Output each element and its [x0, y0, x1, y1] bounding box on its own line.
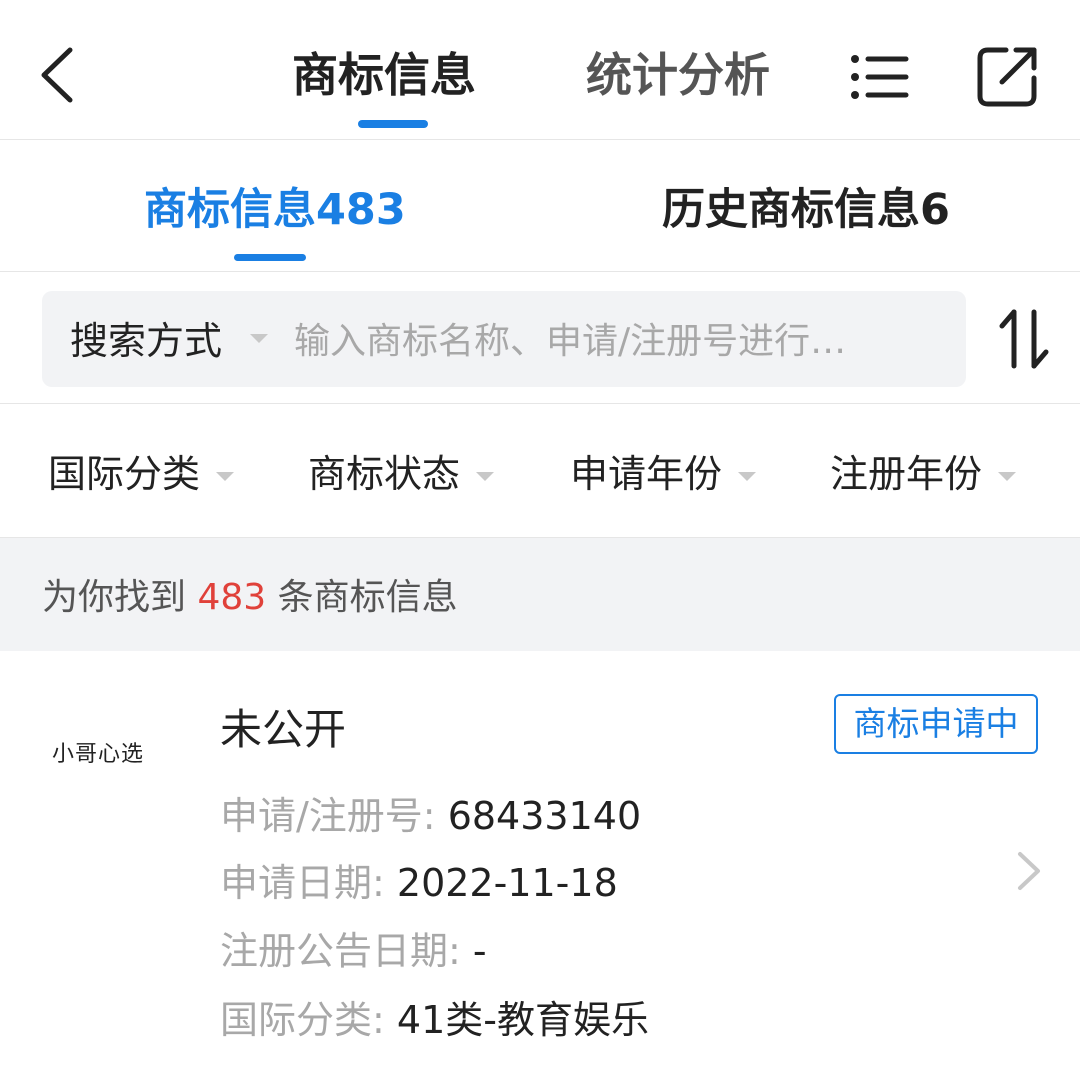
- tab-statistics[interactable]: 统计分析: [586, 40, 770, 110]
- back-icon: [41, 47, 73, 103]
- field-row-registration-announcement-date: 注册公告日期: -: [220, 921, 487, 981]
- filter-label: 商标状态: [308, 452, 461, 496]
- filter-label: 国际分类: [48, 452, 201, 496]
- caret-down-icon: [250, 334, 268, 343]
- sort-icon: [999, 309, 1049, 369]
- list-icon: [851, 55, 909, 99]
- trademark-image: 小哥心选: [52, 742, 145, 767]
- result-summary: 为你找到 483 条商标信息: [42, 570, 458, 626]
- card-detail-button[interactable]: [1010, 848, 1046, 894]
- field-value: -: [472, 929, 487, 973]
- field-value: 41类-教育娱乐: [396, 998, 649, 1042]
- field-label: 国际分类:: [220, 998, 385, 1042]
- caret-down-icon: [738, 472, 757, 481]
- search-input[interactable]: [294, 306, 944, 376]
- subtab-history-trademarks[interactable]: 历史商标信息6: [662, 180, 950, 240]
- field-value: 68433140: [447, 794, 642, 838]
- summary-prefix: 为你找到: [42, 577, 187, 618]
- field-label: 注册公告日期:: [220, 929, 461, 973]
- sort-button[interactable]: [994, 306, 1054, 372]
- list-menu-button[interactable]: [846, 44, 912, 110]
- status-badge: 商标申请中: [834, 694, 1038, 754]
- caret-down-icon: [476, 472, 495, 481]
- chevron-right-icon: [1018, 852, 1040, 890]
- filter-international-class[interactable]: 国际分类: [48, 444, 235, 504]
- field-label: 申请/注册号:: [220, 794, 436, 838]
- field-row-international-class: 国际分类: 41类-教育娱乐: [220, 990, 649, 1050]
- field-label: 申请日期:: [220, 861, 385, 905]
- result-count: 483: [197, 577, 267, 618]
- share-button[interactable]: [972, 40, 1044, 112]
- back-button[interactable]: [28, 40, 98, 110]
- field-row-registration-number: 申请/注册号: 68433140: [220, 786, 641, 846]
- filter-trademark-status[interactable]: 商标状态: [308, 444, 495, 504]
- share-icon: [977, 47, 1037, 107]
- trademark-name[interactable]: 未公开: [220, 700, 346, 760]
- filter-registration-year[interactable]: 注册年份: [830, 444, 1017, 504]
- filter-label: 注册年份: [830, 452, 983, 496]
- field-value: 2022-11-18: [396, 861, 618, 905]
- tab-trademark-info[interactable]: 商标信息: [292, 40, 476, 110]
- summary-suffix: 条商标信息: [277, 577, 458, 618]
- caret-down-icon: [216, 472, 235, 481]
- top-nav-bar: [0, 0, 1080, 140]
- filter-label: 申请年份: [570, 452, 723, 496]
- search-mode-dropdown[interactable]: 搜索方式: [70, 311, 222, 371]
- filter-application-year[interactable]: 申请年份: [570, 444, 757, 504]
- caret-down-icon: [998, 472, 1017, 481]
- subtab-current-trademarks[interactable]: 商标信息483: [144, 180, 406, 240]
- active-subtab-indicator: [234, 254, 306, 261]
- active-tab-indicator: [358, 120, 428, 128]
- field-row-application-date: 申请日期: 2022-11-18: [220, 853, 618, 913]
